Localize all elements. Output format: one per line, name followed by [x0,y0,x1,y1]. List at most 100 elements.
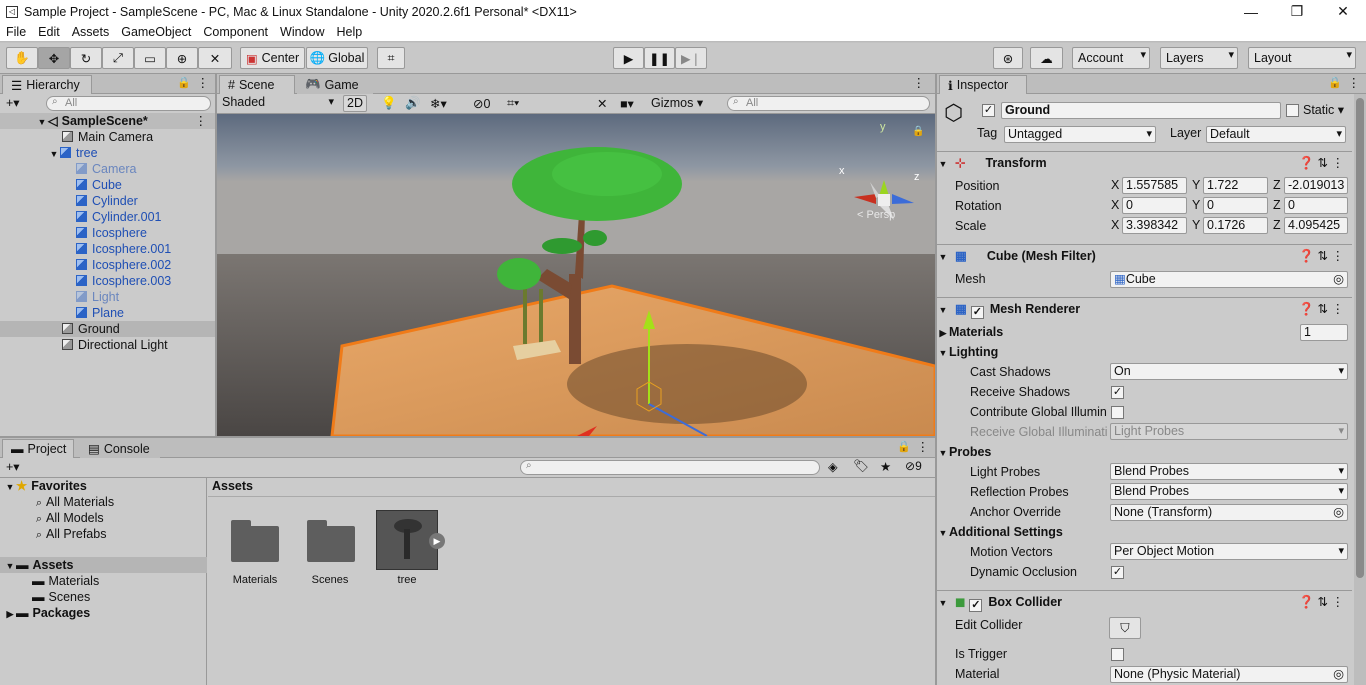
reflection-probes-dropdown[interactable]: Blend Probes [1110,483,1348,500]
motion-vectors-dropdown[interactable]: Per Object Motion [1110,543,1348,560]
scale-z-input[interactable]: 4.095425 [1284,217,1348,234]
rotation-x-input[interactable]: 0 [1122,197,1187,214]
gizmos-dropdown[interactable]: Gizmos ▾ [651,95,703,112]
maximize-button[interactable]: ❐ [1274,0,1320,23]
pivot-center-button[interactable]: ▣ Center [240,47,305,69]
hierarchy-search-input[interactable]: All [46,96,211,111]
play-button[interactable]: ▶ [613,47,644,69]
mesh-renderer-enabled-checkbox[interactable]: ✓ [970,306,984,319]
layers-dropdown[interactable]: Layers [1160,47,1238,69]
menu-component[interactable]: Component [197,25,274,39]
grid-toggle-icon[interactable]: ⌗▾ [507,96,519,111]
position-z-input[interactable]: -2.019013 [1284,177,1348,194]
scene-viewport[interactable]: y x z < Persp 🔒 [217,114,935,436]
minimize-button[interactable]: — [1228,0,1274,23]
receive-shadows-checkbox[interactable]: ✓ [1111,386,1124,399]
menu-assets[interactable]: Assets [66,25,116,39]
menu-gameobject[interactable]: GameObject [115,25,197,39]
folder-scenes-icon[interactable] [307,520,355,562]
toggle-2d-button[interactable]: 2D [343,95,367,112]
star-icon[interactable]: ★ [880,459,891,474]
transform-tool-icon[interactable]: ⊕ [166,47,198,69]
lock-icon[interactable]: 🔒 [897,440,911,453]
position-x-input[interactable]: 1.557585 [1122,177,1187,194]
mesh-field[interactable]: ▦Cube ◎ [1110,271,1348,288]
menu-window[interactable]: Window [274,25,330,39]
hand-tool-icon[interactable]: ✋ [6,47,38,69]
hierarchy-item-main-camera[interactable]: Main Camera [0,129,153,145]
project-search-input[interactable] [520,460,820,475]
probes-foldout[interactable]: ▼ Probes [937,442,1352,462]
collab-icon[interactable]: ⊛ [993,47,1023,69]
label-icon[interactable]: 🏷 [853,459,869,474]
hierarchy-item-ground[interactable]: Ground [0,321,215,337]
is-trigger-checkbox[interactable] [1111,648,1124,661]
hierarchy-item-icosphere-001[interactable]: Icosphere.001 [0,241,171,257]
folder-materials-icon[interactable] [231,520,279,562]
scene-search-input[interactable]: All [727,96,930,111]
layout-dropdown[interactable]: Layout [1248,47,1356,69]
tools-icon[interactable]: ✕ [597,96,607,111]
physic-material-field[interactable]: None (Physic Material) ◎ [1110,666,1348,683]
hierarchy-item-cylinder-001[interactable]: Cylinder.001 [0,209,162,225]
folder-scenes[interactable]: ▬ Scenes [0,589,90,605]
hierarchy-item-plane[interactable]: Plane [0,305,124,321]
lock-icon[interactable]: 🔒 [912,125,924,137]
hidden-objects-icon[interactable]: ⊘0 [473,96,490,111]
lock-icon[interactable]: 🔒 [1328,76,1342,89]
panel-menu-icon[interactable]: ⋮ [197,75,210,90]
materials-count-input[interactable]: 1 [1300,324,1348,341]
folder-materials[interactable]: ▬ Materials [0,573,99,589]
tab-scene[interactable]: # Scene [219,75,295,94]
transform-header[interactable]: ▼ ⊹ Transform ❓ ⇅ ⋮ [937,151,1352,173]
hierarchy-item-directional-light[interactable]: Directional Light [0,337,168,353]
additional-settings-foldout[interactable]: ▼ Additional Settings [937,522,1352,542]
favorites-row[interactable]: ▼ ★ Favorites [0,478,87,494]
hidden-packages-icon[interactable]: ⊘9 [905,459,922,473]
tab-console[interactable]: ▤ Console [80,439,160,458]
layer-dropdown[interactable]: Default [1206,126,1346,143]
lighting-toggle-icon[interactable]: 💡 [381,96,397,111]
lock-icon[interactable]: 🔒 [177,76,191,89]
filter-type-icon[interactable]: ◈ [828,459,838,474]
mesh-renderer-header[interactable]: ▼ ▦ ✓ Mesh Renderer ❓ ⇅ ⋮ [937,297,1352,319]
box-collider-header[interactable]: ▼ ◼ ✓ Box Collider ❓ ⇅ ⋮ [937,590,1352,612]
rotate-tool-icon[interactable]: ↻ [70,47,102,69]
packages-folder-row[interactable]: ▶ ▬ Packages [0,605,91,621]
scene-row[interactable]: ▼ ◁ SampleScene* ⋮ [0,113,215,129]
favorite-all-models[interactable]: ⌕ All Models [0,510,104,526]
rotation-z-input[interactable]: 0 [1284,197,1348,214]
lighting-foldout[interactable]: ▼ Lighting [937,342,1352,362]
play-preview-icon[interactable]: ▶ [429,533,445,549]
audio-toggle-icon[interactable]: 🔊 [405,96,421,111]
close-button[interactable]: ✕ [1320,0,1366,23]
panel-menu-icon[interactable]: ⋮ [913,75,926,90]
scale-x-input[interactable]: 3.398342 [1122,217,1187,234]
hierarchy-item-tree[interactable]: ▼ tree [0,145,98,161]
rotation-y-input[interactable]: 0 [1203,197,1268,214]
hierarchy-item-cube[interactable]: Cube [0,177,122,193]
tab-inspector[interactable]: ℹ Inspector [939,75,1027,94]
edit-collider-button[interactable]: ⛉ [1109,617,1141,639]
dynamic-occlusion-checkbox[interactable]: ✓ [1111,566,1124,579]
static-label[interactable]: Static ▾ [1303,102,1344,117]
menu-edit[interactable]: Edit [32,25,66,39]
hierarchy-item-icosphere-003[interactable]: Icosphere.003 [0,273,171,289]
contribute-gi-checkbox[interactable] [1111,406,1124,419]
hierarchy-item-cylinder[interactable]: Cylinder [0,193,138,209]
scale-tool-icon[interactable]: ⤢ [102,47,134,69]
inspector-scrollbar[interactable] [1354,94,1366,685]
panel-menu-icon[interactable]: ⋮ [1348,75,1361,90]
pivot-global-button[interactable]: 🌐 Global [306,47,368,69]
hierarchy-item-camera[interactable]: Camera [0,161,136,177]
favorite-all-prefabs[interactable]: ⌕ All Prefabs [0,526,107,542]
perspective-label[interactable]: < Persp [857,209,895,221]
step-button[interactable]: ▶❘ [675,47,707,69]
account-dropdown[interactable]: Account [1072,47,1150,69]
light-probes-dropdown[interactable]: Blend Probes [1110,463,1348,480]
mesh-filter-header[interactable]: ▼ ▦ Cube (Mesh Filter) ❓ ⇅ ⋮ [937,244,1352,266]
position-y-input[interactable]: 1.722 [1203,177,1268,194]
anchor-override-field[interactable]: None (Transform) ◎ [1110,504,1348,521]
active-checkbox[interactable]: ✓ [982,104,995,117]
panel-menu-icon[interactable]: ⋮ [917,439,930,454]
